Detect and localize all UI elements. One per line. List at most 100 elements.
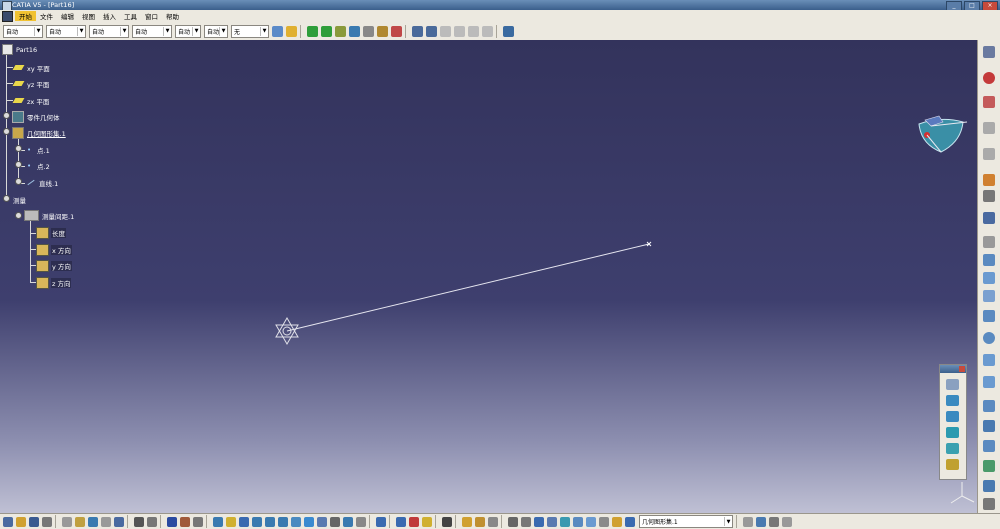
draft-analysis-icon[interactable] [586,516,596,527]
point-symbol-dropdown[interactable]: 自动 ▼ [175,24,201,38]
line-type-dropdown[interactable]: 自动 ▼ [132,24,172,38]
measure-inertia-icon[interactable] [440,25,451,37]
snap-to-point-icon[interactable] [335,25,346,37]
plane-tool-icon[interactable] [983,272,995,284]
zoom-out-icon[interactable] [278,516,288,527]
swap-space-icon[interactable] [343,516,353,527]
menu-view[interactable]: 视图 [78,11,99,21]
conic-icon[interactable] [983,376,995,388]
clip-icon[interactable] [521,516,531,527]
shading-icon[interactable] [317,516,327,527]
point-tool-icon[interactable] [983,212,995,224]
zoom-in-icon[interactable] [265,516,275,527]
measure-item-icon[interactable] [409,516,419,527]
measure-between-icon[interactable] [412,25,423,37]
hide-selection-icon[interactable] [488,516,498,527]
render-icon[interactable] [743,516,753,527]
intersection-icon[interactable] [983,310,995,322]
formula-icon[interactable] [134,516,144,527]
rotate-icon[interactable] [252,516,262,527]
loft-icon[interactable] [946,443,959,454]
apply-material-icon[interactable] [462,516,472,527]
analysis-icon[interactable] [391,25,402,37]
menu-start[interactable]: 开始 [15,11,36,21]
hide-show-icon[interactable] [330,516,340,527]
catalog-icon[interactable] [363,25,374,37]
reframe-icon[interactable] [508,516,518,527]
revolve-surface-icon[interactable] [983,420,995,432]
circle-tool-icon[interactable] [983,332,995,344]
catalog-browser-icon[interactable] [167,516,177,527]
print-icon[interactable] [42,516,52,527]
snap-icon[interactable] [321,25,332,37]
insert-part-icon[interactable] [180,516,190,527]
transform-icon[interactable] [983,480,995,492]
measure-item-icon[interactable] [426,25,437,37]
comment-icon[interactable] [147,516,157,527]
save-icon[interactable] [29,516,39,527]
offset-icon[interactable] [946,459,959,470]
table-icon[interactable] [193,516,203,527]
active-set-dropdown[interactable]: 几何图形集.1 ▼ [639,515,733,528]
open-icon[interactable] [16,516,26,527]
menu-window[interactable]: 窗口 [141,11,162,21]
hand-icon[interactable] [377,25,388,37]
axis-compass-icon[interactable] [349,25,360,37]
work-on-support-icon[interactable] [983,148,995,160]
measure-inertia-icon[interactable] [422,516,432,527]
line-tool-icon[interactable] [983,254,995,266]
rendering-dropdown[interactable]: 无 ▼ [231,24,269,38]
surface-analysis-icon[interactable] [560,516,570,527]
menu-insert[interactable]: 插入 [99,11,120,21]
whats-this-icon[interactable] [114,516,124,527]
cut-icon[interactable] [62,516,72,527]
new-icon[interactable] [3,516,13,527]
color-dropdown[interactable]: 自动 ▼ [3,24,43,38]
fill-icon[interactable] [946,411,959,422]
normal-view-icon[interactable] [291,516,301,527]
paint-brush-icon[interactable] [272,25,283,37]
transparency-dropdown[interactable]: 自动 ▼ [46,24,86,38]
dimension-icon[interactable] [534,516,544,527]
menu-file[interactable]: 文件 [36,11,57,21]
settings-icon[interactable] [503,25,514,37]
close-icon[interactable] [959,366,965,372]
part-design-icon[interactable] [983,96,995,108]
hide-show-icon[interactable] [983,190,995,202]
fit-all-icon[interactable] [226,516,236,527]
macro-icon[interactable] [475,516,485,527]
floating-toolbar-header[interactable] [940,365,966,373]
analysis-options-icon[interactable] [782,516,792,527]
extrude-surface-icon[interactable] [983,400,995,412]
line-thickness-dropdown[interactable]: 自动 ▼ [89,24,129,38]
fly-mode-icon[interactable] [213,516,223,527]
sketch-mode-icon[interactable] [769,516,779,527]
menu-tools[interactable]: 工具 [120,11,141,21]
projection-icon[interactable] [983,290,995,302]
blend-icon[interactable] [946,427,959,438]
rotate-view-icon[interactable] [756,516,766,527]
camera-icon[interactable] [442,516,452,527]
update-icon[interactable] [376,516,386,527]
format-painter-icon[interactable] [286,25,297,37]
curve-icon[interactable] [946,379,959,390]
move-icon[interactable] [307,25,318,37]
law-icon[interactable] [482,25,493,37]
line-1[interactable] [286,243,650,332]
iso-view-icon[interactable] [304,516,314,527]
axis-system-icon[interactable] [547,516,557,527]
surface-icon[interactable] [946,395,959,406]
select-icon[interactable] [983,174,995,186]
redo-icon[interactable] [101,516,111,527]
multi-view-icon[interactable] [356,516,366,527]
join-icon[interactable] [983,460,995,472]
compass-icon[interactable] [913,112,969,158]
undo-icon[interactable] [88,516,98,527]
document-icon[interactable] [2,10,13,22]
pan-icon[interactable] [239,516,249,527]
define-in-work-object-icon[interactable] [625,516,635,527]
3d-viewport[interactable]: Part16 xy 平面 yz 平面 zx 平面 零件几何体 几何图形集.1 •… [0,40,978,513]
sweep-icon[interactable] [983,440,995,452]
formula-icon[interactable] [468,25,479,37]
connect-checker-icon[interactable] [573,516,583,527]
